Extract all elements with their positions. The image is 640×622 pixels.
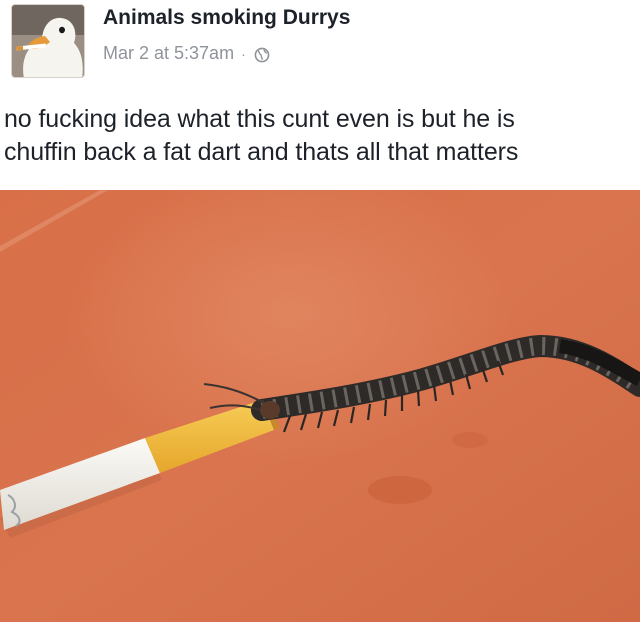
centipede-head	[260, 401, 280, 419]
meta-separator: ·	[241, 45, 246, 62]
duck-avatar-icon	[12, 5, 84, 77]
post-caption: no fucking idea what this cunt even is b…	[4, 103, 634, 169]
facebook-post: Animals smoking Durrys Mar 2 at 5:37am ·…	[0, 0, 640, 622]
caption-line-2: chuffin back a fat dart and thats all th…	[4, 138, 519, 166]
centipede-cigarette-photo	[0, 190, 640, 622]
post-meta: Mar 2 at 5:37am ·	[103, 43, 270, 64]
globe-icon[interactable]	[254, 47, 270, 63]
ground-stain	[368, 476, 432, 504]
post-header: Animals smoking Durrys Mar 2 at 5:37am ·	[0, 0, 640, 92]
post-photo[interactable]	[0, 190, 640, 622]
page-name-link[interactable]: Animals smoking Durrys	[103, 6, 350, 30]
page-avatar[interactable]	[11, 4, 85, 78]
caption-line-1: no fucking idea what this cunt even is b…	[4, 105, 515, 133]
ground-stain	[452, 432, 488, 448]
post-timestamp[interactable]: Mar 2 at 5:37am	[103, 43, 234, 64]
